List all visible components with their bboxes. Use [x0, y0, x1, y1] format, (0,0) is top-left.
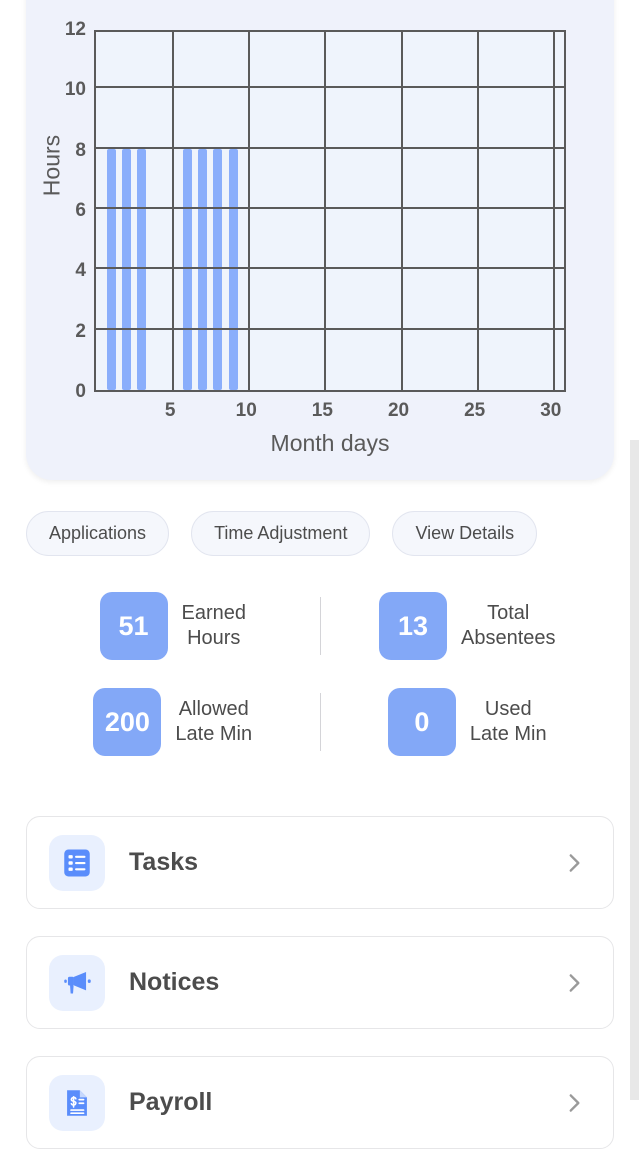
stat-label-line1: Used: [484, 698, 532, 720]
chart-gridline-vertical: [248, 32, 251, 390]
chevron-right-icon[interactable]: [561, 850, 587, 876]
chart-gridline-vertical: [400, 32, 403, 390]
stat-cell-right: 0 Used Late Min: [321, 688, 615, 756]
chevron-right-icon[interactable]: [561, 1090, 587, 1116]
payslip-icon: [49, 1074, 105, 1131]
y-axis-tick: 12: [64, 19, 86, 40]
y-axis-label: Hours: [38, 134, 65, 197]
x-axis-tick: 10: [235, 400, 257, 421]
stat-label-line1: Earned: [181, 602, 247, 624]
chart-plot-area: [94, 30, 566, 392]
page-scrollbar[interactable]: [630, 0, 640, 1136]
list-item-payroll[interactable]: Payroll: [26, 1056, 614, 1149]
chart-gridline-horizontal: [96, 146, 564, 149]
stat-label: Earned Hours: [182, 601, 247, 651]
list-item-label: Payroll: [129, 1088, 213, 1116]
filter-chips-row: Applications Time Adjustment View Details: [26, 511, 614, 556]
stats-row: 51 Earned Hours 13 Total Absentees: [26, 578, 614, 674]
stats-section: 51 Earned Hours 13 Total Absentees 200 Allowed L…: [26, 578, 614, 770]
stat-label-line2: Late Min: [175, 723, 253, 745]
y-axis-tick: 0: [75, 381, 86, 402]
chart-gridline-vertical: [324, 32, 327, 390]
x-axis-tick: 30: [540, 400, 562, 421]
stats-row: 200 Allowed Late Min 0 Used Late Min: [26, 674, 614, 770]
y-axis-tick: 2: [75, 320, 86, 342]
chart-gridline-vertical: [552, 32, 555, 390]
chip-view-details[interactable]: View Details: [392, 511, 538, 556]
x-axis-tick: 25: [464, 400, 486, 421]
stat-cell-right: 13 Total Absentees: [321, 592, 615, 660]
y-axis-tick: 10: [64, 79, 86, 101]
chip-label: Time Adjustment: [214, 523, 348, 543]
chart-gridline-vertical: [172, 32, 175, 390]
stat-cell-left: 200 Allowed Late Min: [26, 688, 320, 756]
chip-label: Applications: [49, 523, 147, 543]
stat-value-badge: 13: [378, 592, 447, 660]
x-axis-tick: 5: [164, 400, 176, 421]
stat-value-badge: 200: [93, 688, 162, 756]
x-axis-label: Month days: [270, 430, 390, 456]
chart-gridline-horizontal: [96, 207, 564, 209]
chart-gridline-horizontal: [96, 86, 564, 89]
list-item-notices[interactable]: Notices: [26, 936, 614, 1029]
chart-gridline-horizontal: [96, 267, 564, 270]
x-axis-tick: 20: [387, 400, 410, 421]
stat-cell-left: 51 Earned Hours: [26, 592, 320, 660]
shortcut-list: Tasks Notices Payroll: [26, 816, 614, 1176]
chip-applications[interactable]: Applications: [26, 511, 170, 556]
stat-label-line2: Hours: [187, 627, 241, 649]
page-scrollbar-thumb[interactable]: [630, 440, 639, 1100]
chip-label: View Details: [415, 523, 515, 543]
stat-label-line1: Allowed: [178, 698, 249, 720]
stat-value-badge: 0: [387, 688, 456, 756]
list-item-label: Tasks: [129, 848, 199, 876]
x-axis-tick: 15: [311, 400, 333, 421]
megaphone-icon: [49, 954, 105, 1011]
stat-label: Allowed Late Min: [175, 697, 252, 747]
list-item-label: Notices: [129, 968, 220, 996]
stat-label: Used Late Min: [470, 697, 547, 747]
chart-gridline-vertical: [476, 32, 479, 390]
stat-label-line2: Absentees: [460, 627, 556, 649]
task-list-icon: [49, 834, 105, 891]
attendance-chart: 0 2 4 6 8 10 12 5 10 15 20 25 30 Hours Month days: [26, 0, 614, 480]
stat-label: Total Absentees: [461, 601, 556, 651]
stat-value-badge: 51: [99, 592, 168, 660]
chip-time-adjustment[interactable]: Time Adjustment: [191, 511, 371, 556]
stat-label-line1: Total: [487, 602, 530, 624]
list-item-tasks[interactable]: Tasks: [26, 816, 614, 909]
x-axis-tick-labels: 5 10 15 20 25 30: [94, 400, 566, 426]
chart-gridline-horizontal: [96, 327, 564, 330]
chevron-right-icon[interactable]: [561, 970, 587, 996]
y-axis-tick: 4: [75, 260, 86, 282]
attendance-chart-card: 0 2 4 6 8 10 12 5 10 15 20 25 30 Hours Month days: [26, 0, 614, 480]
stat-label-line2: Late Min: [469, 723, 547, 745]
